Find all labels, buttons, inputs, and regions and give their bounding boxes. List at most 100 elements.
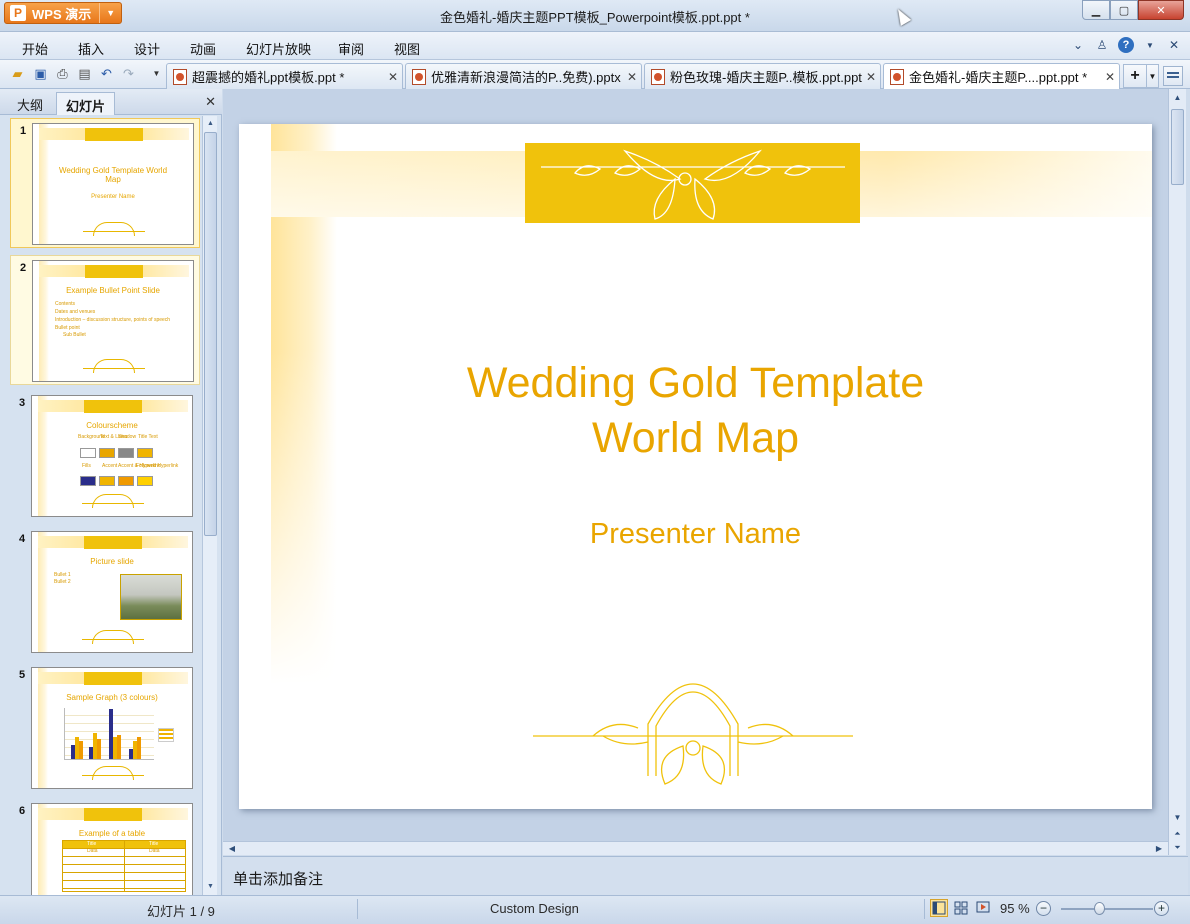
editor-horizontal-scrollbar[interactable]: ◀ ▶ [223, 841, 1168, 855]
tab-close-icon[interactable]: ✕ [623, 70, 641, 84]
wps-app-menu-button[interactable]: P WPS 演示 ▼ [4, 2, 122, 24]
new-tab-button[interactable]: + [1123, 64, 1147, 88]
undo-icon[interactable]: ↶ [98, 65, 115, 82]
toolbar-customize-icon[interactable]: ▼ [148, 65, 165, 82]
menu-insert[interactable]: 插入 [78, 39, 104, 58]
arch-ornament-icon [533, 683, 853, 785]
color-swatch [99, 448, 115, 458]
help-icon[interactable]: ? [1118, 37, 1134, 53]
menu-review[interactable]: 审阅 [338, 39, 364, 58]
swatch-label: Followed Hyperlink [136, 463, 179, 469]
menu-right-tools: ⌄ ♙ ? ▼ ✕ [1070, 37, 1182, 53]
slide-preview: Example Bullet Point Slide Contents Date… [32, 260, 194, 382]
notes-pane[interactable]: 单击添加备注 [223, 856, 1188, 895]
previous-slide-icon[interactable]: ⏶ [1169, 827, 1186, 841]
separator [357, 899, 358, 919]
skin-shirt-icon[interactable]: ♙ [1094, 37, 1110, 53]
table-header-cell: Title [149, 841, 159, 847]
new-tab-dropdown-icon[interactable]: ▼ [1147, 64, 1159, 88]
open-folder-icon[interactable]: ▰ [9, 65, 26, 82]
print-preview-icon[interactable]: ▤ [76, 65, 93, 82]
swatch-label: Fills [82, 463, 91, 469]
slide-title-line1: Wedding Gold Template [466, 359, 925, 407]
pane-close-icon[interactable]: ✕ [205, 94, 216, 110]
gold-header-box [85, 128, 143, 141]
tab-close-icon[interactable]: ✕ [384, 70, 402, 84]
doc-tab-label: 金色婚礼-婚庆主题P....ppt.ppt * [909, 70, 1088, 85]
tab-slides[interactable]: 幻灯片 [56, 92, 116, 115]
print-icon[interactable]: ⎙ [54, 65, 71, 82]
slide-subtitle[interactable]: Presenter Name [239, 518, 1152, 551]
slide-title[interactable]: Wedding Gold Template World Map [239, 356, 1152, 466]
doc-tab-3[interactable]: 粉色玫瑰-婚庆主题P..模板.ppt.ppt ✕ [644, 63, 881, 89]
slide-preview: Colourscheme Background Text & Lines Sha… [31, 395, 193, 517]
menu-animation[interactable]: 动画 [190, 39, 216, 58]
normal-view-icon [932, 901, 946, 915]
editor-vertical-scrollbar[interactable]: ▲ ▼ ⏶ ⏷ [1168, 89, 1186, 855]
scroll-up-icon[interactable]: ▲ [203, 117, 218, 131]
zoom-out-button[interactable]: − [1036, 901, 1051, 916]
zoom-slider-knob[interactable] [1094, 902, 1105, 915]
menu-design[interactable]: 设计 [134, 39, 160, 58]
color-swatch [118, 476, 134, 486]
tab-outline[interactable]: 大纲 [8, 92, 52, 115]
slide-number: 6 [19, 805, 26, 817]
decor-band [39, 124, 49, 244]
save-icon[interactable]: ▣ [32, 65, 49, 82]
thumb-title: Wedding Gold Template World Map [58, 166, 168, 184]
doc-tab-1[interactable]: 超震撼的婚礼ppt模板.ppt * ✕ [166, 63, 403, 89]
thumb-subtitle: Presenter Name [91, 194, 135, 200]
close-button[interactable]: ✕ [1138, 0, 1184, 20]
help-dropdown-icon[interactable]: ▼ [1142, 37, 1158, 53]
scroll-down-icon[interactable]: ▼ [203, 880, 218, 894]
thumb-bullet: Bullet point [55, 325, 80, 331]
decor-band [38, 668, 48, 788]
current-slide[interactable]: Wedding Gold Template World Map Presente… [239, 124, 1152, 809]
normal-view-button[interactable] [930, 899, 948, 917]
color-swatch [99, 476, 115, 486]
slide-number: 1 [20, 125, 27, 137]
color-swatch [80, 448, 96, 458]
ribbon-close-icon[interactable]: ✕ [1166, 37, 1182, 53]
slide-sorter-view-button[interactable] [952, 899, 970, 917]
next-slide-icon[interactable]: ⏷ [1169, 841, 1186, 855]
table-cell: Data [87, 848, 98, 854]
tab-close-icon[interactable]: ✕ [1101, 70, 1119, 84]
app-name: WPS 演示 [32, 6, 92, 22]
slide-thumbnail-1[interactable]: 1 Wedding Gold Template World Map Presen… [10, 118, 200, 248]
menu-view[interactable]: 视图 [394, 39, 420, 58]
minimize-button[interactable]: ▁ [1082, 0, 1110, 20]
scroll-right-icon[interactable]: ▶ [1152, 842, 1166, 856]
maximize-button[interactable]: ▢ [1110, 0, 1138, 20]
slide-thumbnail-2[interactable]: 2 Example Bullet Point Slide Contents Da… [10, 255, 200, 385]
slide-title-line2: World Map [591, 414, 800, 462]
slide-thumbnail-3[interactable]: 3 Colourscheme Background Text & Lines S… [10, 391, 200, 521]
redo-icon[interactable]: ↷ [120, 65, 137, 82]
tab-close-icon[interactable]: ✕ [862, 70, 880, 84]
chart-bar [97, 739, 101, 759]
chevron-down-icon[interactable]: ⌄ [1070, 37, 1086, 53]
zoom-slider-track[interactable] [1061, 908, 1153, 910]
doc-tab-label: 粉色玫瑰-婚庆主题P..模板.ppt.ppt [670, 70, 862, 85]
slide-thumbnail-6[interactable]: 6 Example of a table Title Title Data Da… [10, 799, 200, 895]
thumbnail-scrollbar[interactable]: ▲ ▼ [202, 116, 217, 895]
scroll-down-icon[interactable]: ▼ [1169, 811, 1186, 825]
slide-thumbnail-5[interactable]: 5 Sample Graph (3 colours) [10, 663, 200, 793]
slideshow-button[interactable] [974, 899, 992, 917]
scrollbar-thumb[interactable] [1171, 109, 1184, 185]
ppt-file-icon [173, 68, 187, 85]
zoom-in-button[interactable]: + [1154, 901, 1169, 916]
thumb-title: Colourscheme [86, 421, 138, 430]
doc-tab-2[interactable]: 优雅清新浪漫简洁的P..免费).pptx * ✕ [405, 63, 642, 89]
doc-tab-4-active[interactable]: 金色婚礼-婚庆主题P....ppt.ppt * ✕ [883, 63, 1120, 89]
thumb-title: Example Bullet Point Slide [66, 286, 160, 295]
scroll-up-icon[interactable]: ▲ [1169, 91, 1186, 105]
swatch-label: Title Text [138, 434, 158, 440]
menu-slideshow[interactable]: 幻灯片放映 [246, 39, 311, 58]
thumb-bullet: Dates and venues [55, 309, 96, 315]
tab-list-button[interactable] [1163, 66, 1183, 86]
scrollbar-thumb[interactable] [204, 132, 217, 536]
slide-thumbnail-4[interactable]: 4 Picture slide Bullet 1 Bullet 2 [10, 527, 200, 657]
menu-home[interactable]: 开始 [22, 39, 48, 58]
scroll-left-icon[interactable]: ◀ [225, 842, 239, 856]
